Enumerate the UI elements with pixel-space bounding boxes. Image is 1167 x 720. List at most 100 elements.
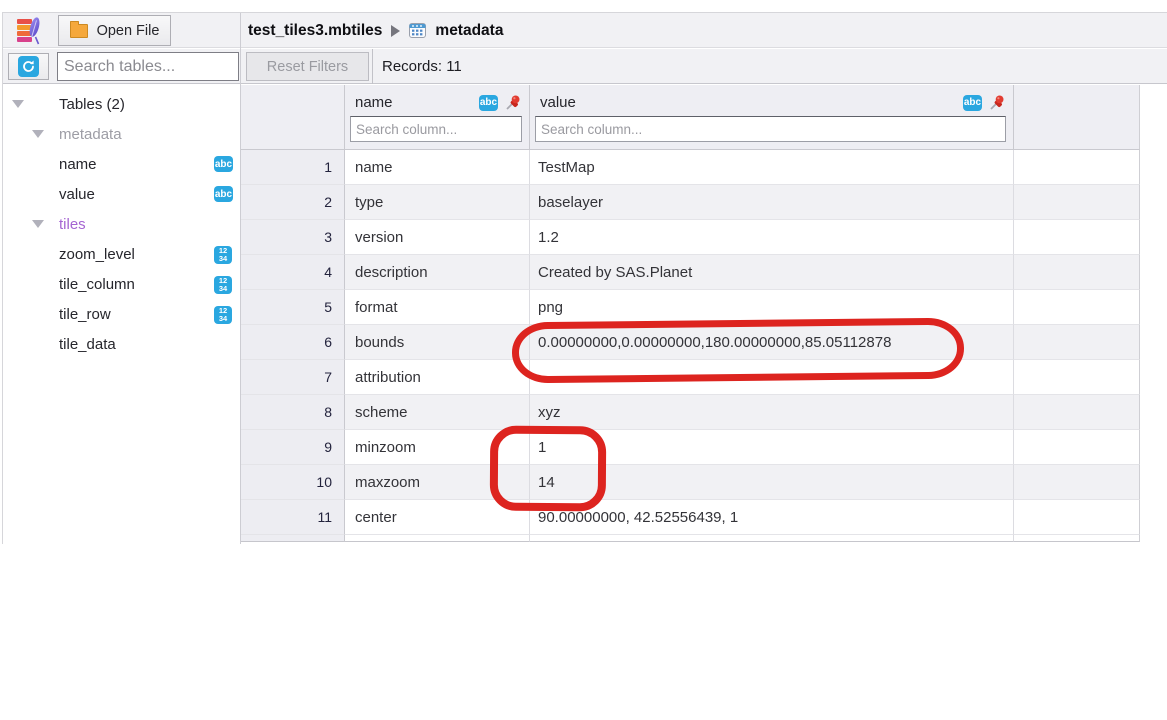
sidebar-item-column-zoom-level[interactable]: zoom_level 1234 bbox=[3, 239, 240, 269]
sidebar-item-tables-root[interactable]: Tables (2) bbox=[3, 89, 240, 119]
pin-icon[interactable] bbox=[504, 94, 521, 111]
text-type-icon: abc bbox=[214, 156, 233, 172]
cell-name[interactable]: attribution bbox=[345, 360, 530, 395]
row-number: 9 bbox=[241, 430, 345, 465]
cell-value[interactable]: png bbox=[530, 290, 1014, 325]
sidebar-item-label: zoom_level bbox=[59, 246, 135, 263]
name-column-filter-input[interactable] bbox=[350, 116, 522, 142]
filler-cell bbox=[1014, 220, 1140, 255]
refresh-icon bbox=[18, 56, 39, 77]
filler-cell bbox=[1014, 290, 1140, 325]
filler-cell bbox=[1014, 255, 1140, 290]
filler-cell bbox=[1014, 150, 1140, 185]
sidebar-item-label: Tables (2) bbox=[59, 96, 125, 113]
cell-name[interactable]: center bbox=[345, 500, 530, 535]
cell-value[interactable]: Created by SAS.Planet bbox=[530, 255, 1014, 290]
cell-name[interactable]: bounds bbox=[345, 325, 530, 360]
number-type-icon: 1234 bbox=[214, 306, 232, 324]
row-number: 3 bbox=[241, 220, 345, 255]
records-count: Records: 11 bbox=[382, 49, 462, 84]
sidebar-item-label: metadata bbox=[59, 126, 122, 143]
sidebar-item-label: tiles bbox=[59, 216, 86, 233]
filler-cell bbox=[1014, 395, 1140, 430]
sidebar-item-column-value[interactable]: value abc bbox=[3, 179, 240, 209]
refresh-tables-button[interactable] bbox=[8, 53, 49, 80]
cell-value-bounds[interactable]: 0.00000000,0.00000000,180.00000000,85.05… bbox=[530, 325, 1014, 360]
cell-name[interactable]: maxzoom bbox=[345, 465, 530, 500]
row-number: 11 bbox=[241, 500, 345, 535]
breadcrumb: test_tiles3.mbtiles metadata bbox=[248, 13, 503, 48]
row-number: 5 bbox=[241, 290, 345, 325]
breadcrumb-database-name: test_tiles3.mbtiles bbox=[248, 22, 382, 40]
breadcrumb-table-name: metadata bbox=[435, 22, 503, 40]
value-column-filter-input[interactable] bbox=[535, 116, 1006, 142]
row-number: 2 bbox=[241, 185, 345, 220]
filler-cell bbox=[1014, 185, 1140, 220]
cell-value[interactable]: TestMap bbox=[530, 150, 1014, 185]
column-header-label: value bbox=[540, 94, 957, 111]
grid-bottom-strip bbox=[345, 535, 530, 542]
row-number: 7 bbox=[241, 360, 345, 395]
chevron-down-icon[interactable] bbox=[32, 130, 44, 138]
cell-value[interactable] bbox=[530, 360, 1014, 395]
cell-value-maxzoom[interactable]: 14 bbox=[530, 465, 1014, 500]
filler-header-cell bbox=[1014, 85, 1140, 150]
tables-sidebar: Tables (2) metadata name abc value abc t… bbox=[3, 85, 240, 544]
number-type-icon: 1234 bbox=[214, 246, 232, 264]
text-type-icon: abc bbox=[214, 186, 233, 202]
column-header-value[interactable]: value abc bbox=[530, 85, 1014, 150]
cell-name[interactable]: version bbox=[345, 220, 530, 255]
sidebar-item-column-tile-row[interactable]: tile_row 1234 bbox=[3, 299, 240, 329]
cell-name[interactable]: type bbox=[345, 185, 530, 220]
reset-filters-button[interactable]: Reset Filters bbox=[246, 52, 369, 81]
row-number: 10 bbox=[241, 465, 345, 500]
cell-value[interactable]: 90.00000000, 42.52556439, 1 bbox=[530, 500, 1014, 535]
sidebar-item-column-tile-data[interactable]: tile_data bbox=[3, 329, 240, 359]
cell-value[interactable]: xyz bbox=[530, 395, 1014, 430]
cell-name[interactable]: name bbox=[345, 150, 530, 185]
row-number-header-cell bbox=[241, 85, 345, 150]
chevron-down-icon[interactable] bbox=[12, 100, 24, 108]
column-header-name[interactable]: name abc bbox=[345, 85, 530, 150]
filler-cell bbox=[1014, 500, 1140, 535]
breadcrumb-arrow-icon bbox=[391, 25, 400, 37]
sidebar-item-column-tile-column[interactable]: tile_column 1234 bbox=[3, 269, 240, 299]
grid-bottom-strip bbox=[241, 535, 345, 542]
cell-value[interactable]: baselayer bbox=[530, 185, 1014, 220]
row-number: 1 bbox=[241, 150, 345, 185]
grid-bottom-strip bbox=[530, 535, 1014, 542]
search-tables-input[interactable] bbox=[57, 52, 239, 81]
sidebar-item-metadata-table[interactable]: metadata bbox=[3, 119, 240, 149]
toolbar-row-1 bbox=[3, 13, 1167, 48]
open-file-label: Open File bbox=[97, 23, 160, 39]
row-number: 8 bbox=[241, 395, 345, 430]
sidebar-item-tiles-table[interactable]: tiles bbox=[3, 209, 240, 239]
filler-cell bbox=[1014, 360, 1140, 395]
sidebar-item-label: tile_column bbox=[59, 276, 135, 293]
sidebar-item-label: tile_data bbox=[59, 336, 116, 353]
cell-name[interactable]: description bbox=[345, 255, 530, 290]
cell-name[interactable]: scheme bbox=[345, 395, 530, 430]
open-file-button[interactable]: Open File bbox=[58, 15, 171, 46]
filler-cell bbox=[1014, 325, 1140, 360]
cell-name[interactable]: minzoom bbox=[345, 430, 530, 465]
text-type-icon: abc bbox=[963, 95, 982, 111]
pin-icon[interactable] bbox=[988, 94, 1005, 111]
toolbar-separator bbox=[372, 49, 373, 84]
folder-icon bbox=[70, 24, 88, 38]
sidebar-item-label: value bbox=[59, 186, 95, 203]
filler-cell bbox=[1014, 465, 1140, 500]
cell-value[interactable]: 1.2 bbox=[530, 220, 1014, 255]
cell-value-minzoom[interactable]: 1 bbox=[530, 430, 1014, 465]
sidebar-item-column-name[interactable]: name abc bbox=[3, 149, 240, 179]
cell-name[interactable]: format bbox=[345, 290, 530, 325]
row-number: 6 bbox=[241, 325, 345, 360]
row-number: 4 bbox=[241, 255, 345, 290]
column-header-label: name bbox=[355, 94, 473, 111]
number-type-icon: 1234 bbox=[214, 276, 232, 294]
app-logo-sqlite-feather-icon bbox=[16, 16, 43, 45]
chevron-down-icon[interactable] bbox=[32, 220, 44, 228]
filler-cell bbox=[1014, 430, 1140, 465]
grid-bottom-strip bbox=[1014, 535, 1140, 542]
text-type-icon: abc bbox=[479, 95, 498, 111]
